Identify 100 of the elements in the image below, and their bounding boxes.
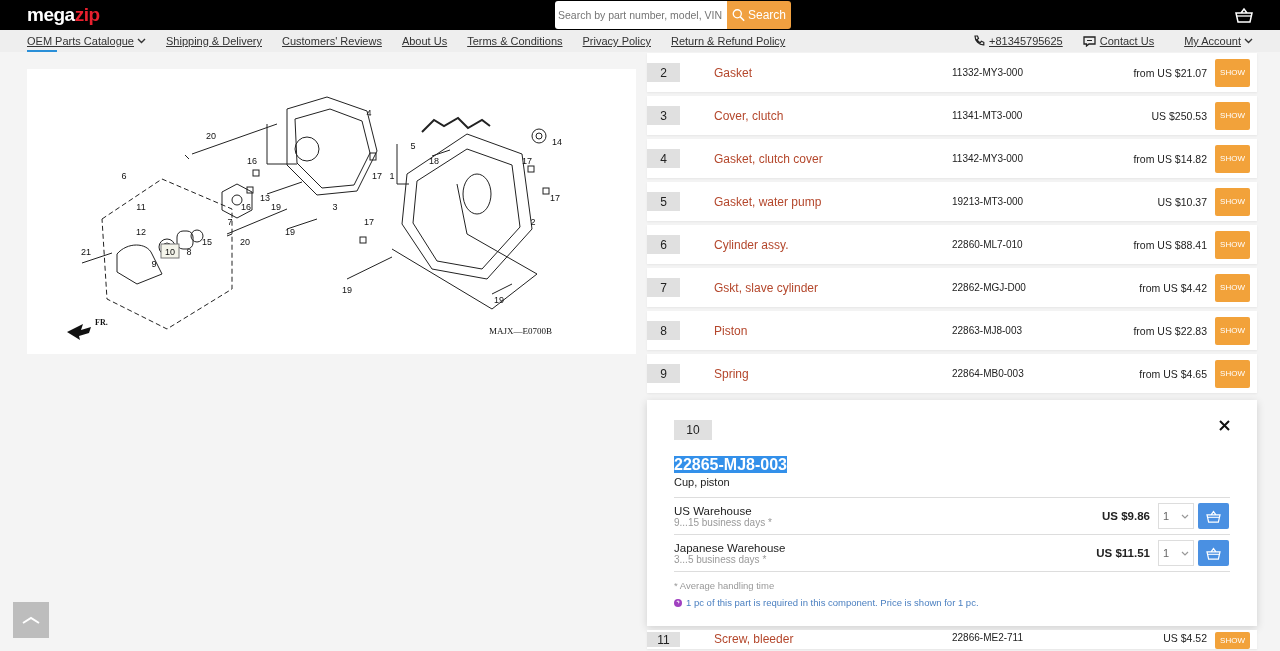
part-name-link[interactable]: Piston <box>714 323 952 338</box>
basket-icon[interactable] <box>1235 7 1253 23</box>
callout-number: 17 <box>550 193 560 203</box>
position-number: 2 <box>647 63 680 82</box>
nav-link[interactable]: Privacy Policy <box>582 30 651 52</box>
callout-number: 19 <box>285 227 295 237</box>
front-label: FR. <box>95 318 108 327</box>
offer-price: US $9.86 <box>1102 510 1150 522</box>
callout-number: 1 <box>389 171 395 181</box>
quantity-select[interactable]: 1 <box>1158 540 1194 566</box>
warehouse-name: US Warehouse <box>674 504 753 517</box>
callout-number: 2 <box>530 217 536 227</box>
scroll-to-top-button[interactable] <box>13 602 49 638</box>
logo[interactable]: megazip <box>27 4 555 26</box>
account-menu[interactable]: My Account <box>1184 30 1253 52</box>
part-name-link[interactable]: Gasket <box>714 65 952 80</box>
part-number: 11341-MT3-000 <box>952 110 1024 121</box>
close-icon[interactable] <box>1219 420 1230 431</box>
part-name-link[interactable]: Gasket, clutch cover <box>714 151 952 166</box>
callout-number: 9 <box>151 259 157 269</box>
callout-number: 17 <box>522 156 532 166</box>
contact-link[interactable]: Contact Us <box>1099 30 1155 52</box>
quantity-select[interactable]: 1 <box>1158 503 1194 529</box>
search-field[interactable]: Search by part number, model, VIN <box>555 1 727 29</box>
part-number: 22863-MJ8-003 <box>952 325 1024 336</box>
nav-link[interactable]: Return & Refund Policy <box>671 30 786 52</box>
callout-number: 14 <box>552 137 562 147</box>
offer-price: US $11.51 <box>1096 547 1150 559</box>
part-name-link[interactable]: Spring <box>714 366 952 381</box>
warehouse-name: Japanese Warehouse <box>674 541 787 554</box>
part-number: 11332-MY3-000 <box>952 67 1024 78</box>
part-price: from US $22.83 <box>1132 324 1208 337</box>
callout-number: 8 <box>186 247 192 257</box>
position-number: 6 <box>647 235 680 254</box>
callout-number: 12 <box>136 227 146 237</box>
position-number: 9 <box>647 364 680 383</box>
callout-number: 17 <box>364 217 374 227</box>
callout-number: 13 <box>260 193 270 203</box>
position-number: 7 <box>647 278 680 297</box>
delivery-time: 9...15 business days * <box>674 516 773 528</box>
callout-number: 19 <box>494 295 504 305</box>
callout-number: 6 <box>121 171 127 181</box>
part-number: 22862-MGJ-D00 <box>952 282 1027 293</box>
nav-link[interactable]: Customers' Reviews <box>282 30 382 52</box>
part-name-link[interactable]: Screw, bleeder <box>714 632 952 646</box>
callout-number: 16 <box>241 202 251 212</box>
position-number: 3 <box>647 106 680 125</box>
chat-icon <box>1082 35 1096 47</box>
phone-link[interactable]: +81345795625 <box>989 30 1063 52</box>
position-number: 8 <box>647 321 680 340</box>
add-to-cart-button[interactable] <box>1198 540 1229 566</box>
caret-icon <box>1181 513 1189 519</box>
nav-link[interactable]: Shipping & Delivery <box>166 30 262 52</box>
part-number: 11342-MY3-000 <box>952 153 1024 164</box>
callout-number: 20 <box>240 237 250 247</box>
part-price: US $4.52 <box>1162 632 1208 644</box>
part-price: US $10.37 <box>1156 195 1208 208</box>
search-icon <box>732 7 745 23</box>
part-price: from US $21.07 <box>1132 66 1208 79</box>
callout-number: 7 <box>227 217 233 227</box>
part-price: from US $4.65 <box>1138 367 1208 380</box>
position-number: 5 <box>647 192 680 211</box>
nav-link[interactable]: OEM Parts Catalogue <box>27 30 146 52</box>
diagram-code: MAJX—E0700B <box>489 326 552 336</box>
delivery-time: 3...5 business days * <box>674 553 768 565</box>
nav-link[interactable]: Terms & Conditions <box>467 30 563 52</box>
part-price: from US $88.41 <box>1132 238 1208 251</box>
add-to-cart-button[interactable] <box>1198 503 1229 529</box>
position-number: 10 <box>674 420 712 440</box>
callout-number: 4 <box>366 108 372 118</box>
part-number: 22860-ML7-010 <box>952 239 1024 250</box>
part-name-link[interactable]: Cover, clutch <box>714 108 952 123</box>
position-number: 11 <box>647 632 680 647</box>
callout-number: 18 <box>429 156 439 166</box>
callout-number: 15 <box>202 237 212 247</box>
callout-number: 19 <box>342 285 352 295</box>
info-icon <box>674 598 682 607</box>
callout-number: 11 <box>136 202 146 212</box>
callout-number: 21 <box>81 247 91 257</box>
part-price: from US $4.42 <box>1138 281 1208 294</box>
callout-number: 20 <box>206 131 216 141</box>
phone-icon <box>973 35 985 47</box>
part-name-link[interactable]: Cylinder assy. <box>714 237 952 252</box>
info-text: 1 pc of this part is required in this component. Price is shown for 1 pc. <box>686 597 979 608</box>
footnote: * Average handling time <box>674 580 776 591</box>
callout-number: 5 <box>410 141 416 151</box>
chevron-up-icon <box>22 616 40 624</box>
nav-link[interactable]: About Us <box>401 30 448 52</box>
position-number: 4 <box>647 149 680 168</box>
callout-number: 3 <box>332 202 338 212</box>
part-price: US $250.53 <box>1150 109 1208 122</box>
part-number: 22866-ME2-711 <box>952 632 1024 643</box>
callout-number: 16 <box>247 156 257 166</box>
part-name-link[interactable]: Gskt, slave cylinder <box>714 280 952 295</box>
basket-icon <box>1206 509 1221 523</box>
part-number: 22865-MJ8-003 <box>674 456 787 473</box>
part-name-link[interactable]: Gasket, water pump <box>714 194 952 209</box>
front-arrow-icon <box>67 324 91 340</box>
callout-number: 19 <box>271 202 281 212</box>
part-number: 22864-MB0-003 <box>952 368 1025 379</box>
